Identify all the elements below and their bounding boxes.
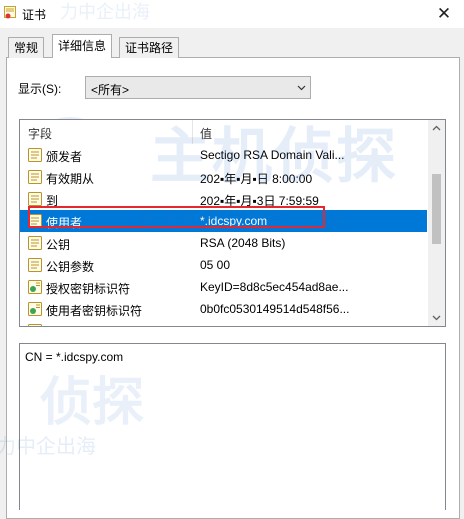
row-field: 到 (46, 194, 59, 208)
row-value: *.idcspy.com (200, 214, 268, 228)
show-label: 显示(S): (18, 82, 62, 96)
column-header-value[interactable]: 值 (200, 125, 212, 142)
field-list[interactable]: 字段 值 颁发者 Sectigo RSA Domain Vali... 有效期从 20… (19, 119, 446, 327)
certificate-field-icon (28, 214, 42, 228)
list-row[interactable]: 使用者密钥标识符 0b0fc0530149514d548f56... (20, 298, 427, 320)
row-field: 有效期从 (46, 172, 95, 186)
show-dropdown-value: <所有> (91, 83, 130, 97)
row-value: KeyID=8d8c5ec454ad8ae... (200, 280, 349, 294)
scroll-up-icon[interactable] (428, 120, 445, 137)
certificate-field-icon (28, 170, 42, 184)
title-bar: 证书 ✕ (0, 0, 464, 28)
scroll-down-icon[interactable] (428, 309, 445, 326)
list-row[interactable]: 授权密钥标识符 KeyID=8d8c5ec454ad8ae... (20, 276, 427, 298)
row-value: 202▪年▪月▪3日 7:59:59 (200, 194, 319, 208)
list-row[interactable]: 增强型密钥用法 服务器身份验证 (1.3.6.1.5.5... (20, 320, 427, 326)
list-row[interactable]: 公钥参数 05 00 (20, 254, 427, 276)
row-value: 202▪年▪月▪日 8:00:00 (200, 172, 313, 186)
row-field: 公钥 (46, 238, 71, 252)
tab-label: 常规 (14, 41, 39, 55)
certificate-extension-icon (28, 302, 42, 316)
tab-general[interactable]: 常规 (8, 37, 45, 58)
row-field: 使用者密钥标识符 (46, 304, 143, 318)
row-field: 授权密钥标识符 (46, 282, 131, 296)
column-divider[interactable] (192, 120, 193, 144)
show-dropdown[interactable]: <所有> (85, 76, 311, 99)
certificate-field-icon (28, 148, 42, 162)
list-row[interactable]: 使用者 *.idcspy.com (20, 210, 427, 232)
row-value: Sectigo RSA Domain Vali... (200, 148, 345, 162)
scrollbar-thumb[interactable] (432, 174, 441, 244)
certificate-field-icon (28, 192, 42, 206)
tab-label: 证书路径 (125, 41, 174, 55)
vertical-scrollbar[interactable] (428, 120, 445, 326)
tab-certification-path[interactable]: 证书路径 (119, 37, 180, 58)
row-value: 服务器身份验证 (1.3.6.1.5.5... (200, 324, 425, 326)
row-value: 0b0fc0530149514d548f56... (200, 302, 350, 316)
certificate-extension-icon (28, 324, 42, 326)
chevron-down-icon (297, 85, 306, 91)
list-header: 字段 值 (20, 120, 427, 144)
row-value: 05 00 (200, 258, 231, 272)
close-button[interactable]: ✕ (424, 0, 464, 28)
detail-text: CN = *.idcspy.com (25, 350, 124, 364)
row-field: 公钥参数 (46, 260, 95, 274)
list-row[interactable]: 颁发者 Sectigo RSA Domain Vali... (20, 144, 427, 166)
column-header-field[interactable]: 字段 (28, 125, 52, 142)
row-field: 增强型密钥用法 (46, 324, 130, 326)
list-row[interactable]: 有效期从 202▪年▪月▪日 8:00:00 (20, 166, 427, 188)
tab-details[interactable]: 详细信息 (52, 34, 113, 58)
row-field: 使用者 (46, 216, 83, 230)
row-field: 颁发者 (46, 150, 83, 164)
certificate-field-icon (28, 258, 42, 272)
close-icon: ✕ (436, 4, 452, 23)
list-row[interactable]: 公钥 RSA (2048 Bits) (20, 232, 427, 254)
certificate-icon (4, 6, 16, 19)
tab-label: 详细信息 (58, 39, 107, 53)
row-value: RSA (2048 Bits) (200, 236, 286, 250)
detail-textbox[interactable]: CN = *.idcspy.com (19, 343, 446, 510)
certificate-extension-icon (28, 280, 42, 294)
window-title: 证书 (22, 8, 47, 22)
certificate-field-icon (28, 236, 42, 250)
list-row[interactable]: 到 202▪年▪月▪3日 7:59:59 (20, 188, 427, 210)
list-rows: 颁发者 Sectigo RSA Domain Vali... 有效期从 202▪年▪月… (20, 144, 427, 326)
